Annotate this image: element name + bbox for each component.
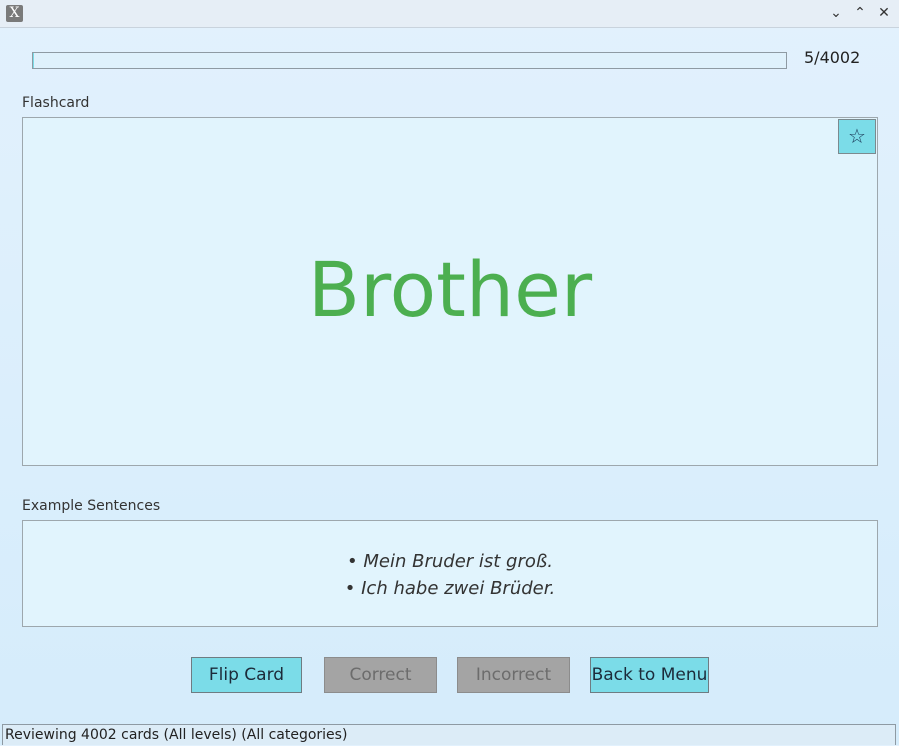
close-icon[interactable]: ✕ bbox=[874, 4, 894, 22]
example-sentence: • Ich habe zwei Brüder. bbox=[344, 578, 556, 599]
status-bar: Reviewing 4002 cards (All levels) (All c… bbox=[2, 724, 896, 745]
progress-bar-fill bbox=[33, 53, 34, 68]
example-sentences-panel: • Mein Bruder ist groß. • Ich habe zwei … bbox=[22, 520, 878, 627]
incorrect-button[interactable]: Incorrect bbox=[457, 657, 570, 693]
star-icon[interactable]: ☆ bbox=[838, 119, 876, 154]
example-sentences-label: Example Sentences bbox=[22, 498, 161, 514]
flashcard-word: Brother bbox=[307, 245, 593, 334]
minimize-icon[interactable]: ⌄ bbox=[826, 4, 846, 22]
progress-bar bbox=[32, 52, 787, 69]
maximize-icon[interactable]: ⌃ bbox=[850, 4, 870, 22]
x-window-icon: X bbox=[6, 5, 23, 22]
flip-card-button[interactable]: Flip Card bbox=[191, 657, 302, 693]
flashcard-label: Flashcard bbox=[22, 95, 90, 111]
title-bar: X ⌄ ⌃ ✕ bbox=[0, 0, 899, 28]
example-sentence: • Mein Bruder ist groß. bbox=[347, 551, 553, 572]
flashcard-panel[interactable]: ☆ Brother bbox=[22, 117, 878, 466]
progress-count: 5/4002 bbox=[804, 48, 861, 67]
back-to-menu-button[interactable]: Back to Menu bbox=[590, 657, 709, 693]
correct-button[interactable]: Correct bbox=[324, 657, 437, 693]
